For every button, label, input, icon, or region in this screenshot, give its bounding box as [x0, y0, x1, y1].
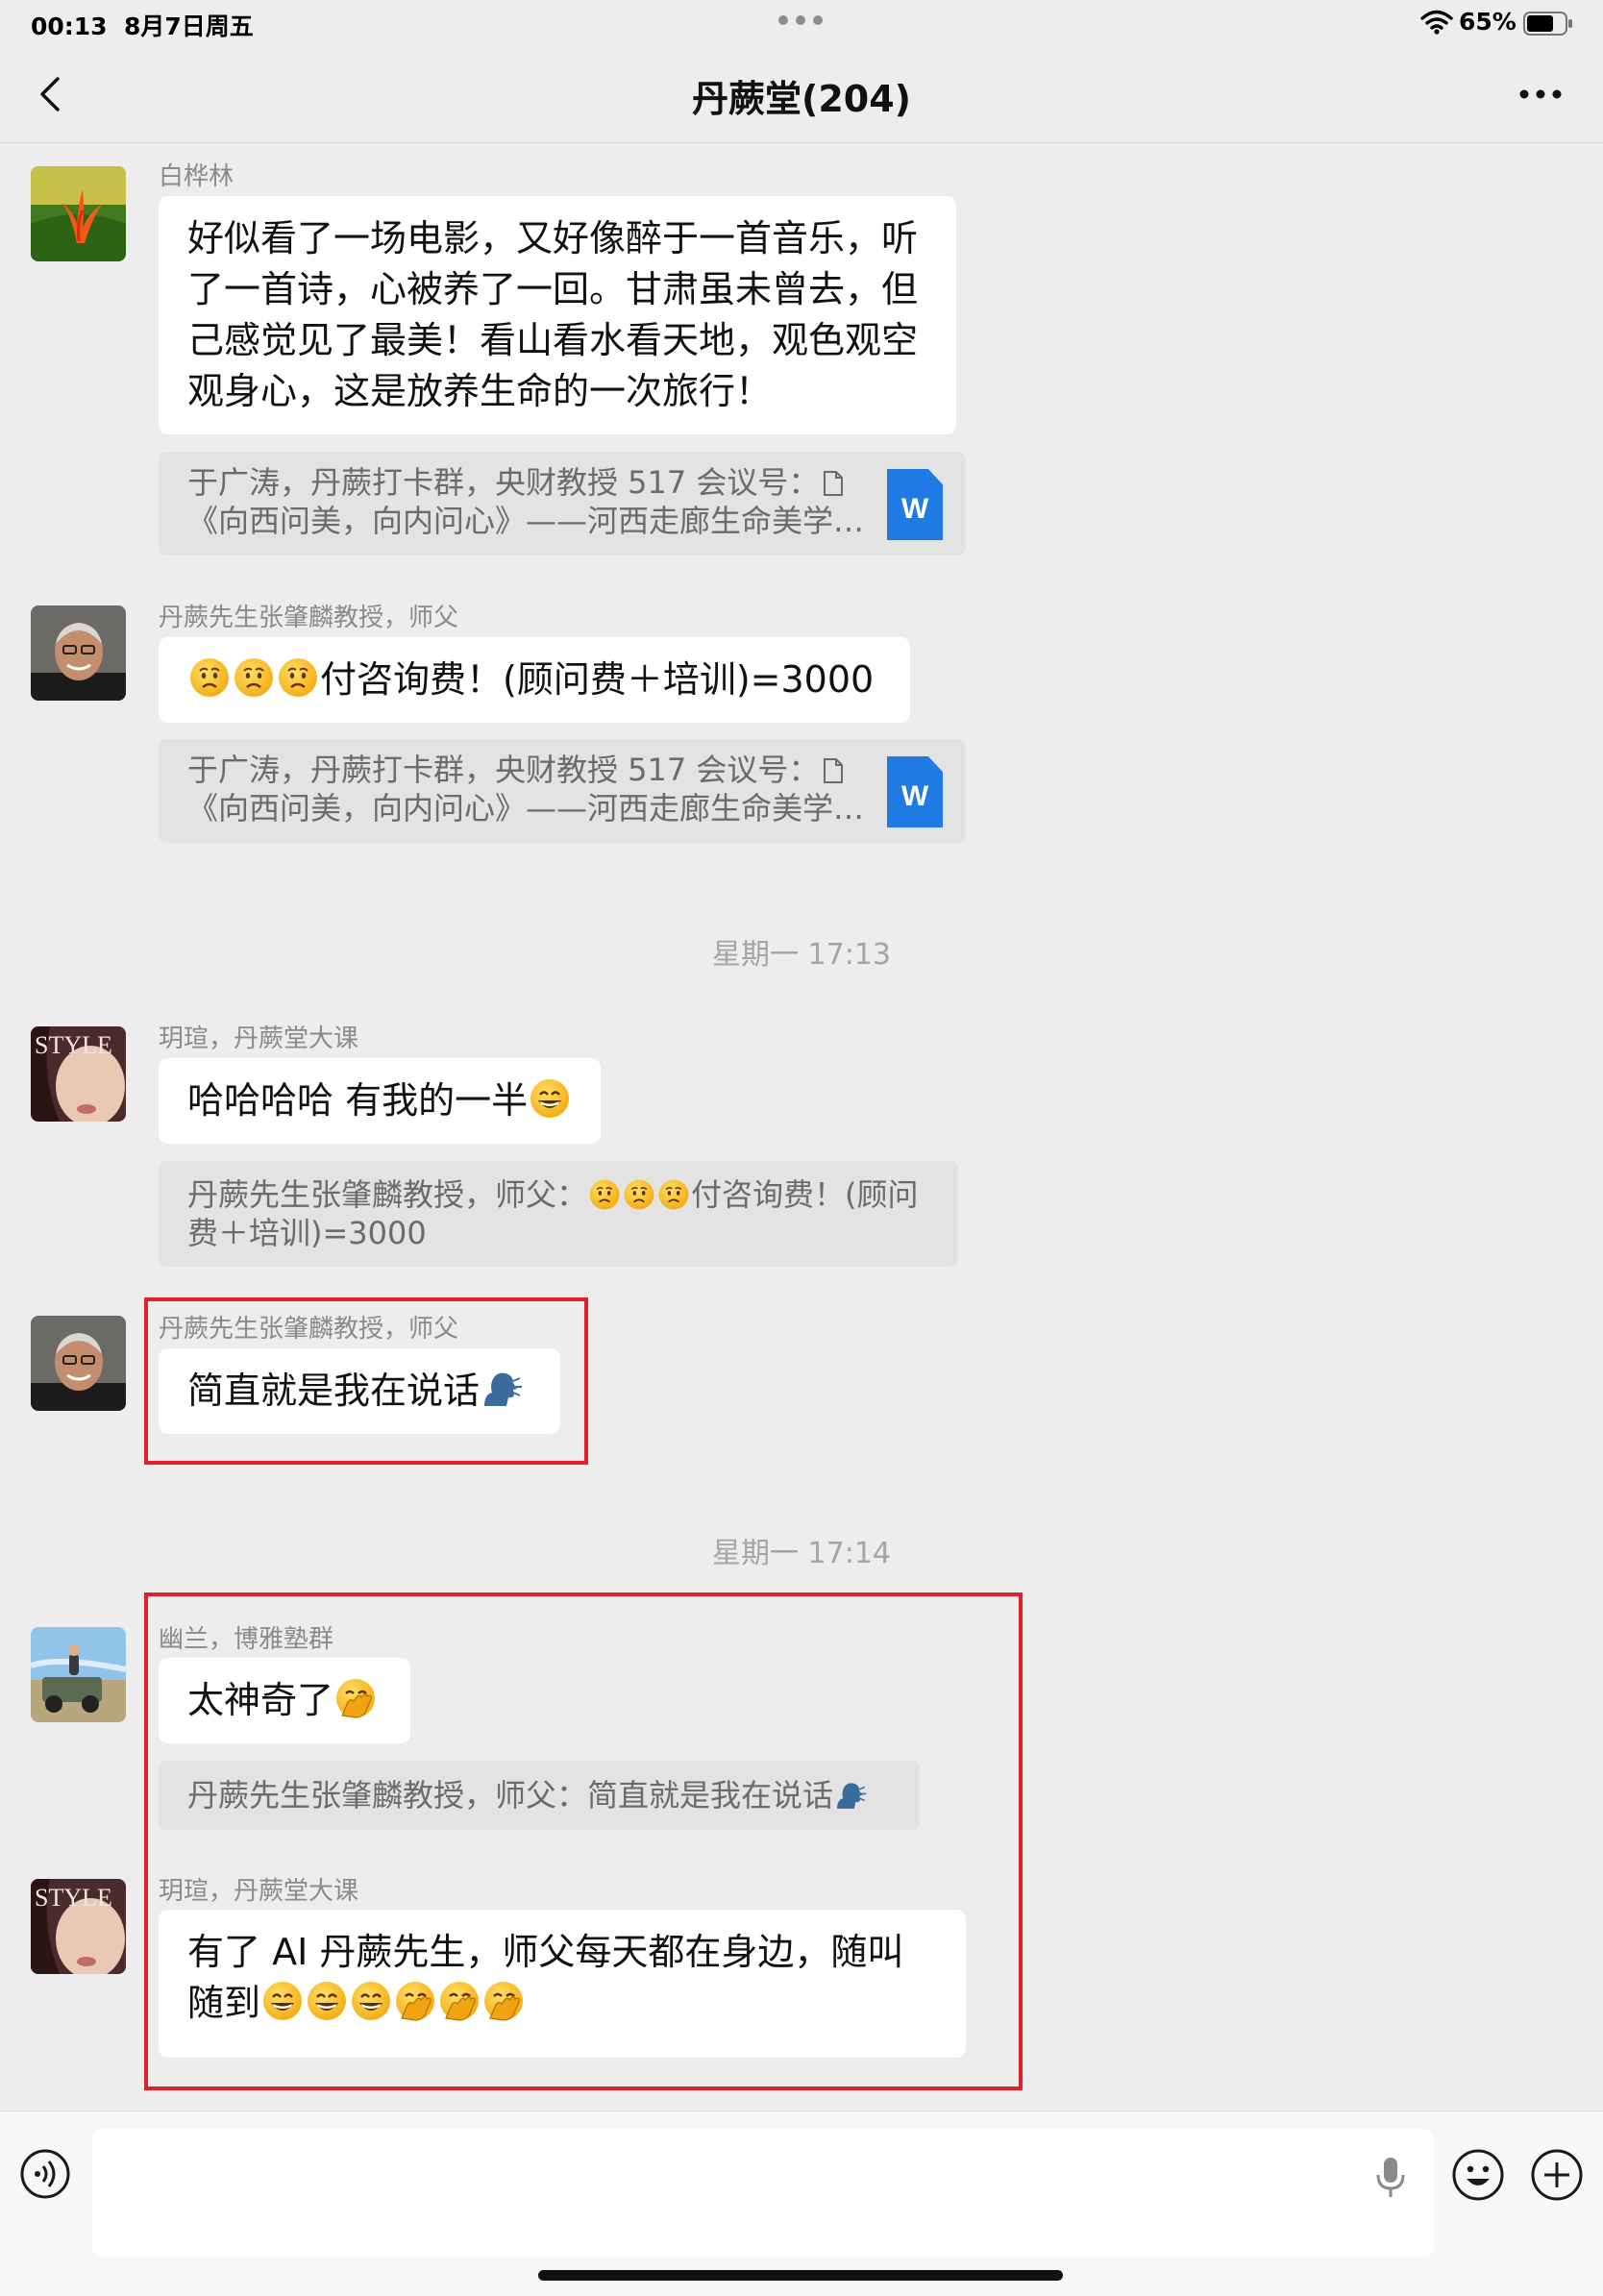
- avatar[interactable]: [31, 1316, 126, 1411]
- timestamp: 星期一 17:14: [712, 1537, 891, 1570]
- avatar[interactable]: STYLE: [31, 1879, 126, 1974]
- chat-title: 丹蕨堂(204): [691, 78, 912, 120]
- avatar[interactable]: [31, 166, 126, 261]
- sender-name: 玥瑄，丹蕨堂大课: [159, 1025, 359, 1053]
- highlight-box: [144, 1297, 588, 1465]
- message-text: 付咨询费！(顾问费＋培训)=3000: [320, 658, 875, 701]
- svg-text:STYLE: STYLE: [35, 1031, 112, 1059]
- word-document-icon[interactable]: W: [887, 469, 943, 540]
- quoted-message[interactable]: 于广涛，丹蕨打卡群，央财教授 517 会议号： 《向西问美，向内问心》——河西走…: [159, 739, 966, 843]
- voice-input-icon[interactable]: [19, 2148, 71, 2200]
- status-date: 8月7日周五: [124, 12, 254, 40]
- more-options-icon[interactable]: [1518, 88, 1563, 100]
- quote-sender: 丹蕨先生张肇麟教授，师父：: [187, 1176, 588, 1213]
- battery-percent: 65%: [1459, 8, 1517, 36]
- avatar[interactable]: [31, 1627, 126, 1722]
- chat-header: 丹蕨堂(204): [0, 46, 1603, 143]
- emoji-icon[interactable]: [1451, 2148, 1505, 2202]
- timestamp: 星期一 17:13: [712, 938, 891, 972]
- word-document-icon[interactable]: W: [887, 756, 943, 827]
- message-bubble[interactable]: 好似看了一场电影，又好像醉于一首音乐，听了一首诗，心被养了一回。甘肃虽未曾去，但…: [159, 196, 956, 434]
- avatar[interactable]: [31, 605, 126, 701]
- add-icon[interactable]: [1530, 2148, 1584, 2202]
- message-input[interactable]: [92, 2129, 1434, 2258]
- battery-icon: [1523, 12, 1572, 36]
- file-icon: [824, 758, 844, 783]
- grinning-face-icon: [529, 1077, 571, 1120]
- quote-text: 《向西问美，向内问心》——河西走廊生命美学修...: [187, 790, 879, 827]
- confused-face-icon: [188, 656, 231, 699]
- confused-face-icon: [657, 1178, 690, 1211]
- message-bubble[interactable]: 哈哈哈哈 有我的一半: [159, 1058, 601, 1144]
- status-bar: 00:13 8月7日周五 65%: [0, 0, 1603, 46]
- confused-face-icon: [233, 656, 275, 699]
- confused-face-icon: [588, 1178, 621, 1211]
- svg-text:STYLE: STYLE: [35, 1884, 112, 1912]
- quoted-message[interactable]: 于广涛，丹蕨打卡群，央财教授 517 会议号： 《向西问美，向内问心》——河西走…: [159, 452, 966, 555]
- quote-text: 于广涛，丹蕨打卡群，央财教授 517 会议号：: [187, 752, 820, 788]
- multitasking-dots-icon[interactable]: [778, 15, 823, 25]
- quoted-message[interactable]: 丹蕨先生张肇麟教授，师父： 付咨询费！(顾问费＋培训)=3000: [159, 1161, 958, 1267]
- message-bubble[interactable]: 付咨询费！(顾问费＋培训)=3000: [159, 637, 910, 723]
- wifi-icon: [1420, 10, 1453, 35]
- file-icon: [824, 471, 844, 496]
- highlight-box: [144, 1592, 1023, 2090]
- message-text: 哈哈哈哈 有我的一半: [187, 1079, 529, 1122]
- quote-text: 《向西问美，向内问心》——河西走廊生命美学修...: [187, 503, 879, 539]
- home-indicator[interactable]: [538, 2270, 1063, 2281]
- quote-text: 于广涛，丹蕨打卡群，央财教授 517 会议号：: [187, 464, 820, 501]
- confused-face-icon: [277, 656, 319, 699]
- avatar[interactable]: STYLE: [31, 1026, 126, 1122]
- confused-face-icon: [623, 1178, 655, 1211]
- sender-name: 白桦林: [159, 162, 234, 191]
- microphone-icon[interactable]: [1374, 2156, 1407, 2200]
- sender-name: 丹蕨先生张肇麟教授，师父: [159, 604, 459, 632]
- status-time: 00:13 8月7日周五: [31, 12, 254, 40]
- message-input-bar: [0, 2111, 1603, 2296]
